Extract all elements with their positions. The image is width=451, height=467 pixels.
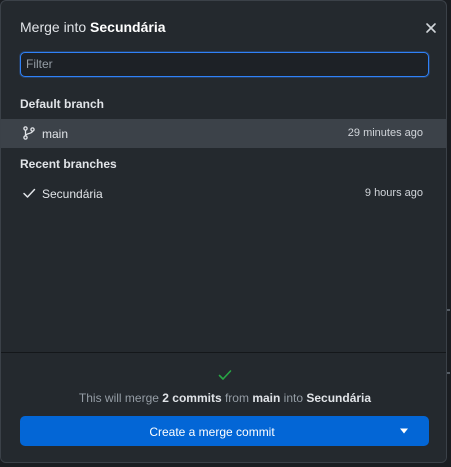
git-branch-icon <box>23 126 35 140</box>
source-branch: main <box>252 391 281 405</box>
branch-name: Secundária <box>42 187 103 201</box>
default-branch-header: Default branch <box>20 97 105 111</box>
dialog-footer: This will merge 2 commits from main into… <box>1 352 446 462</box>
check-icon <box>218 370 232 380</box>
merge-dialog: Merge into Secundária Default branch mai… <box>0 0 447 463</box>
close-icon <box>426 23 436 33</box>
merge-summary: This will merge 2 commits from main into… <box>1 391 446 405</box>
dialog-header: Merge into Secundária <box>1 1 446 43</box>
filter-box <box>20 52 429 77</box>
filter-input[interactable] <box>26 55 421 73</box>
create-merge-commit-button[interactable]: Create a merge commit <box>20 416 429 446</box>
branch-timestamp: 9 hours ago <box>364 187 423 199</box>
branch-item-secundaria[interactable]: Secundária 9 hours ago <box>1 179 446 208</box>
target-branch: Secundária <box>306 391 372 405</box>
triangle-down-icon[interactable] <box>399 428 409 434</box>
title-prefix: Merge into <box>20 19 87 35</box>
branch-name: main <box>42 127 69 141</box>
dialog-title: Merge into Secundária <box>20 19 166 35</box>
branch-timestamp: 29 minutes ago <box>347 127 423 139</box>
merge-button-label: Create a merge commit <box>149 425 275 439</box>
close-button[interactable] <box>422 19 440 37</box>
branch-item-main[interactable]: main 29 minutes ago <box>1 119 446 148</box>
summary-prefix: This will merge <box>78 391 159 405</box>
background-scroll-mark <box>447 309 450 311</box>
summary-into: into <box>283 391 304 405</box>
title-target-branch: Secundária <box>90 19 166 35</box>
background-scroll-mark <box>447 372 450 374</box>
commit-count: 2 commits <box>162 391 222 405</box>
recent-branches-header: Recent branches <box>20 157 117 171</box>
summary-from: from <box>224 391 249 405</box>
check-icon <box>23 188 36 198</box>
